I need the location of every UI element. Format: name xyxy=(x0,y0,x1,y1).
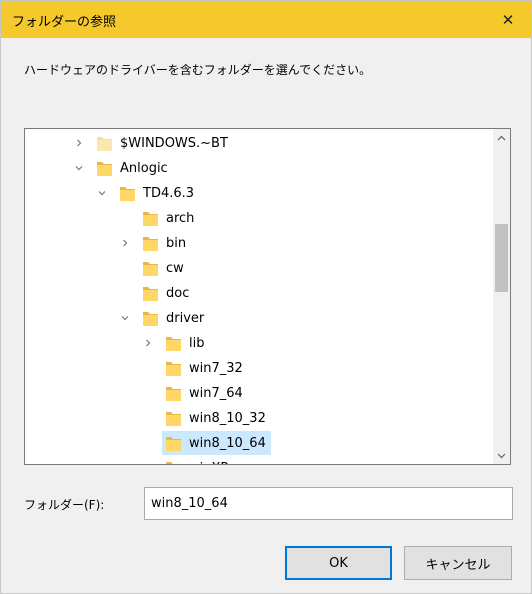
tree-item[interactable]: doc xyxy=(25,281,485,305)
window-title: フォルダーの参照 xyxy=(12,15,117,30)
folder-icon xyxy=(142,284,159,302)
folder-tree[interactable]: $WINDOWS.~BT Anlogic TD4.6.3 arch bin cw doc dr… xyxy=(24,128,511,465)
tree-item[interactable]: arch xyxy=(25,206,485,230)
folder-icon xyxy=(142,209,159,227)
tree-item-label: lib xyxy=(189,335,205,351)
folder-icon xyxy=(96,159,113,177)
tree-item-label: winXP xyxy=(189,461,228,465)
tree-item-label: win8_10_64 xyxy=(189,435,266,451)
folder-icon xyxy=(96,134,113,152)
vertical-scrollbar[interactable] xyxy=(493,129,510,464)
folder-icon xyxy=(165,459,182,464)
tree-item-label: TD4.6.3 xyxy=(143,185,195,201)
tree-item-label: arch xyxy=(166,210,195,226)
scroll-up-button[interactable] xyxy=(493,129,510,146)
scroll-down-button[interactable] xyxy=(493,447,510,464)
folder-icon xyxy=(165,409,182,427)
tree-item-label: win7_64 xyxy=(189,385,243,401)
tree-item[interactable]: winXP xyxy=(25,456,485,465)
tree-item[interactable]: win7_32 xyxy=(25,356,485,380)
chevron-right-icon[interactable] xyxy=(73,131,85,155)
folder-icon xyxy=(142,234,159,252)
instruction-text: ハードウェアのドライバーを含むフォルダーを選んでください。 xyxy=(24,63,372,77)
cancel-button[interactable]: キャンセル xyxy=(404,546,512,580)
tree-item-label: doc xyxy=(166,285,190,301)
folder-input[interactable] xyxy=(144,487,513,520)
browse-folder-dialog: フォルダーの参照 ✕ ハードウェアのドライバーを含むフォルダーを選んでください。… xyxy=(0,0,532,594)
ok-button[interactable]: OK xyxy=(285,546,392,580)
folder-icon xyxy=(142,309,159,327)
title-bar[interactable]: フォルダーの参照 ✕ xyxy=(1,1,531,38)
folder-field-label: フォルダー(F): xyxy=(24,498,105,512)
scrollbar-thumb[interactable] xyxy=(495,224,508,292)
tree-item-label: Anlogic xyxy=(120,160,168,176)
tree-item-label: cw xyxy=(166,260,184,276)
tree-item[interactable]: lib xyxy=(25,331,485,355)
chevron-down-icon[interactable] xyxy=(119,306,131,330)
close-icon: ✕ xyxy=(501,10,515,29)
tree-item[interactable]: bin xyxy=(25,231,485,255)
tree-item-label: win7_32 xyxy=(189,360,243,376)
folder-icon xyxy=(165,434,182,452)
tree-item[interactable]: win7_64 xyxy=(25,381,485,405)
tree-item[interactable]: driver xyxy=(25,306,485,330)
tree-item[interactable]: win8_10_32 xyxy=(25,406,485,430)
folder-icon xyxy=(142,259,159,277)
chevron-right-icon[interactable] xyxy=(142,331,154,355)
folder-icon xyxy=(165,334,182,352)
tree-item[interactable]: $WINDOWS.~BT xyxy=(25,131,485,155)
tree-item-label: win8_10_32 xyxy=(189,410,266,426)
chevron-down-icon[interactable] xyxy=(73,156,85,180)
tree-item[interactable]: TD4.6.3 xyxy=(25,181,485,205)
tree-item-label: bin xyxy=(166,235,187,251)
tree-item-label: $WINDOWS.~BT xyxy=(120,135,228,151)
tree-item[interactable]: Anlogic xyxy=(25,156,485,180)
folder-icon xyxy=(165,359,182,377)
tree-item[interactable]: cw xyxy=(25,256,485,280)
tree-item-label: driver xyxy=(166,310,205,326)
chevron-right-icon[interactable] xyxy=(119,231,131,255)
folder-icon xyxy=(119,184,136,202)
chevron-up-icon xyxy=(497,135,506,140)
chevron-down-icon[interactable] xyxy=(96,181,108,205)
close-button[interactable]: ✕ xyxy=(485,1,531,38)
chevron-down-icon xyxy=(497,453,506,458)
folder-icon xyxy=(165,384,182,402)
tree-item[interactable]: win8_10_64 xyxy=(162,431,271,455)
